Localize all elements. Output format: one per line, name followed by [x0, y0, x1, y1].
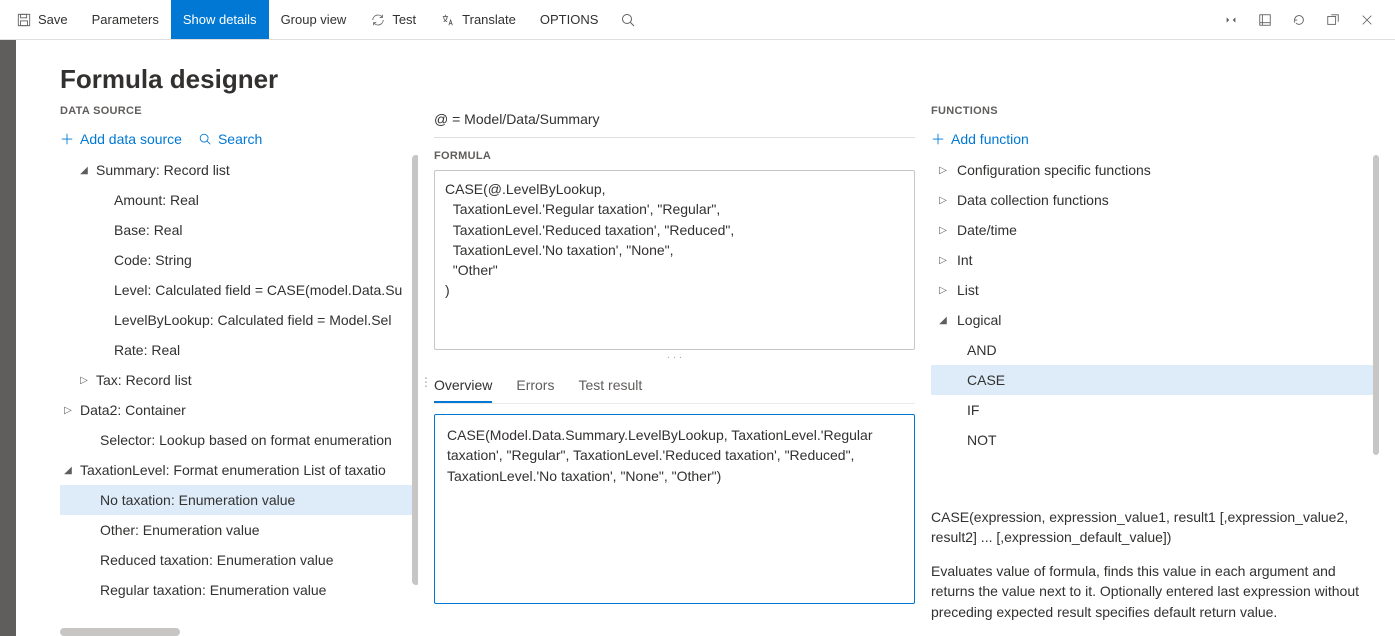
translate-button[interactable]: Translate: [428, 0, 528, 39]
tree-node-amount[interactable]: Amount: Real: [60, 185, 418, 215]
add-data-source-button[interactable]: Add data source: [60, 131, 182, 147]
test-button[interactable]: Test: [358, 0, 428, 39]
tree-node-other[interactable]: Other: Enumeration value: [60, 515, 418, 545]
fn-item-case[interactable]: CASE: [931, 365, 1379, 395]
options-button[interactable]: OPTIONS: [528, 0, 611, 39]
save-icon: [16, 12, 32, 28]
overview-text[interactable]: CASE(Model.Data.Summary.LevelByLookup, T…: [434, 414, 915, 604]
translate-icon: [440, 12, 456, 28]
fn-cat-config[interactable]: ▷Configuration specific functions: [931, 155, 1379, 185]
tree-node-code[interactable]: Code: String: [60, 245, 418, 275]
tab-overview[interactable]: Overview: [434, 371, 492, 403]
toolbar: Save Parameters Show details Group view …: [0, 0, 1395, 40]
function-description: Evaluates value of formula, finds this v…: [931, 561, 1371, 622]
search-icon: [198, 132, 212, 146]
binding-path: @ = Model/Data/Summary: [434, 105, 915, 138]
group-view-button[interactable]: Group view: [269, 0, 359, 39]
tab-test-result[interactable]: Test result: [578, 371, 642, 403]
tree-node-base[interactable]: Base: Real: [60, 215, 418, 245]
page-title: Formula designer: [60, 64, 1395, 95]
save-button[interactable]: Save: [4, 0, 80, 39]
search-data-source-button[interactable]: Search: [198, 131, 262, 147]
show-details-button[interactable]: Show details: [171, 0, 269, 39]
functions-scrollbar-thumb[interactable]: [1373, 155, 1379, 455]
refresh-icon: [370, 12, 386, 28]
fn-item-if[interactable]: IF: [931, 395, 1379, 425]
tree-node-selector[interactable]: Selector: Lookup based on format enumera…: [60, 425, 418, 455]
functions-label: FUNCTIONS: [931, 105, 1379, 117]
fn-cat-int[interactable]: ▷Int: [931, 245, 1379, 275]
functions-tree[interactable]: ▷Configuration specific functions ▷Data …: [931, 155, 1379, 499]
office-icon[interactable]: [1249, 4, 1281, 36]
formula-editor[interactable]: CASE(@.LevelByLookup, TaxationLevel.'Reg…: [434, 170, 915, 350]
tree-node-regular[interactable]: Regular taxation: Enumeration value: [60, 575, 418, 605]
tree-node-levelbylookup[interactable]: LevelByLookup: Calculated field = Model.…: [60, 305, 418, 335]
fn-item-not[interactable]: NOT: [931, 425, 1379, 455]
left-resize-handle[interactable]: ⋮: [420, 375, 432, 389]
data-source-label: DATA SOURCE: [60, 105, 418, 117]
add-function-button[interactable]: Add function: [931, 131, 1029, 147]
tree-node-taxationlevel[interactable]: ◢TaxationLevel: Format enumeration List …: [60, 455, 418, 485]
plus-icon: [60, 132, 74, 146]
parameters-button[interactable]: Parameters: [80, 0, 171, 39]
tree-node-data2[interactable]: ▷Data2: Container: [60, 395, 418, 425]
result-tabs: Overview Errors Test result: [434, 365, 915, 404]
tree-node-summary[interactable]: ◢Summary: Record list: [60, 155, 418, 185]
tab-errors[interactable]: Errors: [516, 371, 554, 403]
data-source-tree[interactable]: ◢Summary: Record list Amount: Real Base:…: [60, 155, 418, 636]
tree-node-rate[interactable]: Rate: Real: [60, 335, 418, 365]
horizontal-scrollbar-thumb[interactable]: [60, 628, 180, 636]
tree-node-no-taxation[interactable]: No taxation: Enumeration value: [60, 485, 418, 515]
fn-cat-date[interactable]: ▷Date/time: [931, 215, 1379, 245]
tree-node-level[interactable]: Level: Calculated field = CASE(model.Dat…: [60, 275, 418, 305]
fn-cat-list[interactable]: ▷List: [931, 275, 1379, 305]
left-rail[interactable]: [0, 40, 16, 636]
resize-handle[interactable]: · · ·: [434, 350, 915, 365]
reload-icon[interactable]: [1283, 4, 1315, 36]
tree-node-tax[interactable]: ▷Tax: Record list: [60, 365, 418, 395]
close-icon[interactable]: [1351, 4, 1383, 36]
fn-item-and[interactable]: AND: [931, 335, 1379, 365]
fn-cat-logical[interactable]: ◢Logical: [931, 305, 1379, 335]
function-signature: CASE(expression, expression_value1, resu…: [931, 507, 1371, 548]
plus-icon: [931, 132, 945, 146]
formula-label: FORMULA: [434, 150, 915, 162]
tree-node-reduced[interactable]: Reduced taxation: Enumeration value: [60, 545, 418, 575]
search-icon: [620, 12, 636, 28]
search-button[interactable]: [610, 0, 646, 39]
popout-icon[interactable]: [1317, 4, 1349, 36]
fn-cat-data[interactable]: ▷Data collection functions: [931, 185, 1379, 215]
function-help: CASE(expression, expression_value1, resu…: [931, 499, 1379, 636]
connector-icon[interactable]: [1215, 4, 1247, 36]
